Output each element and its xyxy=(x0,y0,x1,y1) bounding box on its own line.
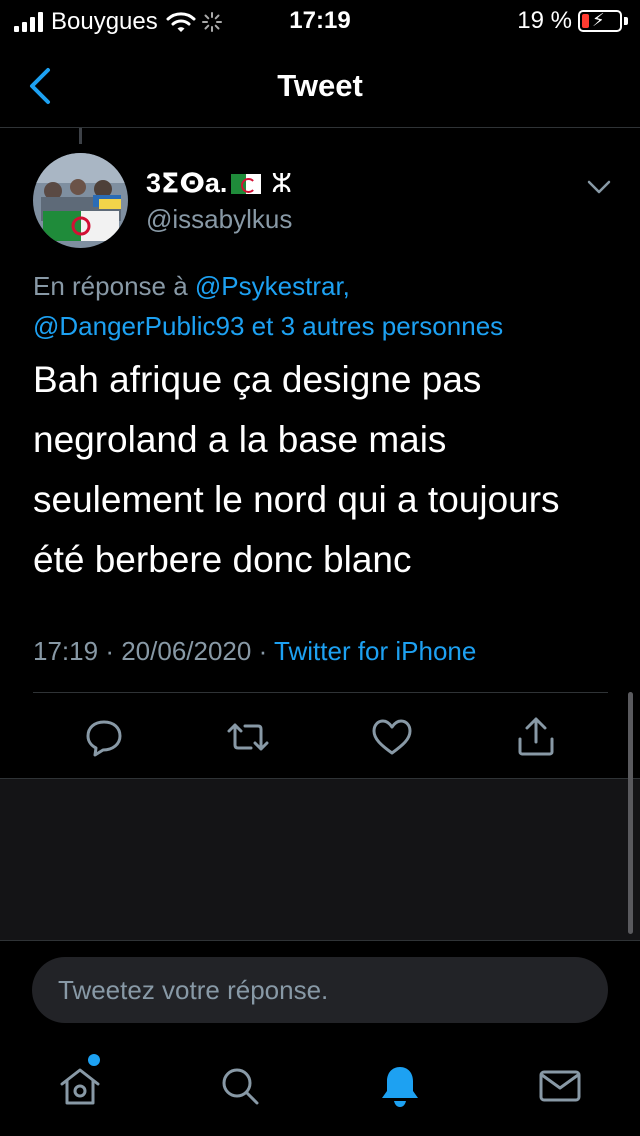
home-notification-dot xyxy=(88,1054,100,1066)
meta-separator: · xyxy=(258,636,268,666)
reply-icon xyxy=(86,720,122,757)
tab-home[interactable] xyxy=(56,1062,104,1112)
divider xyxy=(33,692,608,693)
home-icon xyxy=(60,1068,100,1105)
retweet-icon xyxy=(227,723,269,751)
battery-fill xyxy=(582,14,589,28)
retweet-button[interactable] xyxy=(223,712,273,762)
share-icon xyxy=(518,717,554,756)
replies-area xyxy=(0,778,640,940)
charging-bolt-icon: ⚡ xyxy=(592,10,605,30)
tweet-date: 20/06/2020 xyxy=(121,636,252,666)
display-name-text: 3ⵉⵙa. xyxy=(146,168,228,198)
like-icon xyxy=(372,719,412,755)
more-options-button[interactable] xyxy=(584,172,614,202)
amazigh-symbol: ⵣ xyxy=(271,168,292,198)
tweet-actions xyxy=(0,712,640,768)
reply-mention-dangerpublic93[interactable]: @DangerPublic93 xyxy=(33,311,244,341)
tweet-meta: 17:19 · 20/06/2020 · Twitter for iPhone xyxy=(33,636,476,667)
reply-bar xyxy=(0,940,640,1032)
tab-bar xyxy=(0,1032,640,1136)
status-right: 19 % ⚡ xyxy=(517,7,628,35)
tab-messages[interactable] xyxy=(536,1062,584,1112)
chevron-down-icon xyxy=(587,180,611,194)
page-title: Tweet xyxy=(277,68,363,103)
nav-header: Tweet xyxy=(0,44,640,128)
reply-mention-psykestrar[interactable]: @Psykestrar, xyxy=(195,271,350,301)
notifications-icon xyxy=(382,1067,418,1107)
reply-conjunction[interactable]: et xyxy=(252,311,274,341)
battery-icon: ⚡ xyxy=(578,10,622,32)
meta-separator: · xyxy=(105,636,114,666)
share-button[interactable] xyxy=(511,712,561,762)
tweet-source[interactable]: Twitter for iPhone xyxy=(274,636,476,666)
battery-cap xyxy=(624,17,628,25)
algeria-flag-icon xyxy=(231,173,262,194)
user-handle[interactable]: @issabylkus xyxy=(146,204,292,235)
battery-percent: 19 % xyxy=(517,7,572,34)
reply-button[interactable] xyxy=(79,712,129,762)
messages-icon xyxy=(539,1070,581,1102)
display-name[interactable]: 3ⵉⵙa. ⵣ xyxy=(146,168,292,199)
tab-search[interactable] xyxy=(216,1062,264,1112)
search-icon xyxy=(222,1068,259,1105)
reply-others-link[interactable]: 3 autres personnes xyxy=(281,311,504,341)
like-button[interactable] xyxy=(367,712,417,762)
status-bar: Bouygues 17:19 19 % ⚡ xyxy=(0,0,640,44)
tab-notifications[interactable] xyxy=(376,1062,424,1112)
avatar-image xyxy=(33,153,128,248)
tweet-text: Bah afrique ça designe pas negroland a l… xyxy=(33,359,560,580)
avatar[interactable] xyxy=(33,153,128,248)
tweet-time: 17:19 xyxy=(33,636,99,666)
scrollbar[interactable] xyxy=(628,692,633,934)
reply-context: En réponse à @Psykestrar, @DangerPublic9… xyxy=(33,266,613,346)
reply-prefix: En réponse à xyxy=(33,271,188,301)
reply-input[interactable] xyxy=(32,957,608,1023)
thread-connector-line xyxy=(79,128,82,144)
